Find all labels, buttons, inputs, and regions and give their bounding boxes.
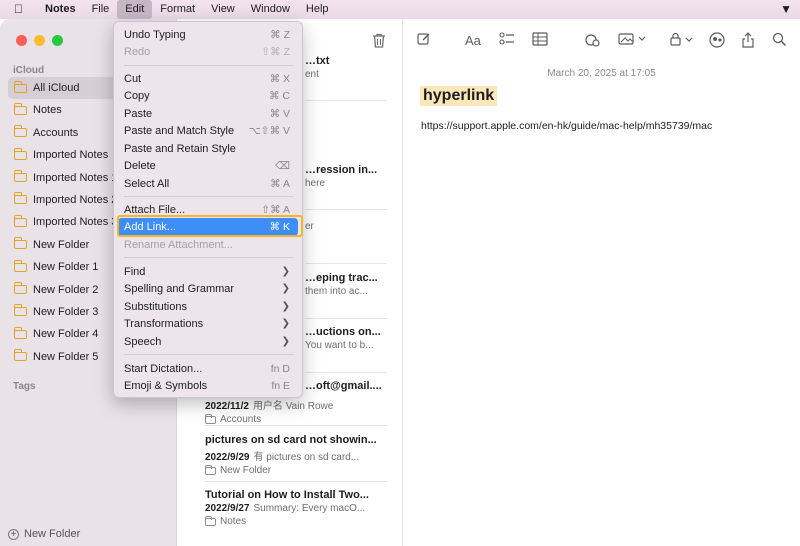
menu-separator: [124, 354, 294, 355]
folder-icon: [13, 102, 27, 115]
section-icloud: iCloud: [13, 65, 45, 76]
folder-icon: [13, 80, 27, 93]
menu-window[interactable]: Window: [243, 0, 298, 19]
divider: [205, 481, 387, 482]
minimize-window-button[interactable]: [34, 35, 45, 46]
menu-separator: [124, 257, 294, 258]
note-title[interactable]: hyperlink: [420, 86, 498, 106]
list-item[interactable]: …eping trac... them into ac...: [305, 272, 395, 297]
note-date: March 20, 2025 at 17:05: [547, 68, 656, 79]
chevron-right-icon: ❯: [281, 266, 290, 277]
folder-icon: [13, 326, 27, 339]
menu-item-paste[interactable]: Paste ⌘ V: [118, 105, 298, 123]
folder-icon: [205, 515, 216, 526]
plus-icon: +: [8, 528, 19, 540]
list-item[interactable]: …uctions on... You want to b...: [305, 326, 395, 351]
toolbar: Aa: [403, 32, 800, 52]
folder-icon: [13, 259, 27, 272]
folder-icon: [13, 170, 27, 183]
note-body[interactable]: https://support.apple.com/en-hk/guide/ma…: [421, 120, 712, 132]
folder-icon: [13, 237, 27, 250]
search-icon[interactable]: [772, 32, 787, 52]
folder-icon: [13, 147, 27, 160]
menu-item-redo: Redo ⇧⌘ Z: [124, 46, 290, 58]
menu-item-cut[interactable]: Cut ⌘ X: [118, 70, 298, 88]
list-item[interactable]: pictures on sd card not showin... 2022/9…: [205, 434, 390, 476]
menu-file[interactable]: File: [84, 0, 118, 19]
menu-item-delete[interactable]: Delete ⌫: [118, 157, 298, 175]
menu-view[interactable]: View: [203, 0, 243, 19]
close-window-button[interactable]: [16, 35, 27, 46]
menu-notes[interactable]: Notes: [37, 0, 84, 19]
edit-menu: Undo Typing ⌘ Z Redo ⇧⌘ Z Cut ⌘ X Copy ⌘ C P…: [113, 21, 303, 398]
divider: [305, 372, 387, 373]
trash-icon[interactable]: [372, 33, 386, 51]
menu-item-transformations[interactable]: Transformations ❯: [118, 315, 298, 333]
chevron-right-icon: ❯: [281, 318, 290, 329]
menu-edit[interactable]: Edit: [117, 0, 153, 19]
menu-bar:  Notes File Edit Format View Window Hel…: [0, 0, 800, 19]
qq-tray-icon[interactable]: ▼: [780, 2, 792, 16]
folder-icon: [13, 304, 27, 317]
compose-icon[interactable]: [417, 32, 431, 51]
menu-item-paste-match-style[interactable]: Paste and Match Style ⌥⇧⌘ V: [118, 122, 298, 140]
chevron-right-icon: ❯: [281, 336, 290, 347]
menu-item-add-link[interactable]: Add Link... ⌘ K: [118, 218, 298, 236]
list-item[interactable]: …txt ent: [305, 55, 395, 80]
folder-icon: [205, 413, 216, 424]
folder-icon: [13, 125, 27, 138]
list-item[interactable]: Tutorial on How to Install Two... 2022/9…: [205, 489, 390, 527]
folder-icon: [13, 192, 27, 205]
menu-item-speech[interactable]: Speech ❯: [118, 333, 298, 351]
divider: [205, 425, 387, 426]
collaborate-icon[interactable]: [708, 32, 726, 53]
menu-item-attach-file[interactable]: Attach File... ⇧⌘ A: [118, 201, 298, 219]
share-icon[interactable]: [741, 32, 755, 53]
attachment-icon[interactable]: [583, 32, 601, 53]
menu-item-spelling[interactable]: Spelling and Grammar ❯: [118, 280, 298, 298]
divider: [305, 100, 387, 101]
menu-separator: [124, 196, 294, 197]
divider: [305, 209, 387, 210]
list-item[interactable]: er: [305, 219, 395, 232]
list-item[interactable]: 2022/11/2 用户名 Vain Rowe Accounts: [205, 395, 390, 425]
divider: [305, 263, 387, 264]
folder-icon: [13, 214, 27, 227]
list-item[interactable]: …oft@gmail....: [305, 380, 395, 392]
menu-item-select-all[interactable]: Select All ⌘ A: [118, 175, 298, 193]
section-tags: Tags: [13, 381, 36, 392]
divider: [305, 318, 387, 319]
menu-format[interactable]: Format: [152, 0, 203, 19]
menu-item-copy[interactable]: Copy ⌘ C: [118, 87, 298, 105]
list-item[interactable]: …ression in... here: [305, 164, 395, 189]
menu-separator: [124, 65, 294, 66]
menu-item-find[interactable]: Find ❯: [118, 263, 298, 281]
checklist-icon[interactable]: [499, 32, 515, 51]
menu-item-start-dictation[interactable]: Start Dictation... fn D: [118, 360, 298, 378]
folder-icon: [205, 464, 216, 475]
note-editor: Aa March 20, 2025 at 17:05 hyperlink htt…: [403, 19, 800, 546]
chevron-right-icon: ❯: [281, 301, 290, 312]
zoom-window-button[interactable]: [52, 35, 63, 46]
new-folder-button[interactable]: + New Folder: [8, 528, 80, 540]
media-icon[interactable]: [618, 32, 646, 51]
apple-icon[interactable]: : [14, 0, 23, 19]
menu-help[interactable]: Help: [298, 0, 337, 19]
menu-item-paste-retain-style[interactable]: Paste and Retain Style: [118, 140, 298, 158]
chevron-right-icon: ❯: [281, 283, 290, 294]
format-icon[interactable]: Aa: [465, 32, 481, 50]
window-controls: [16, 35, 63, 46]
menu-item-substitutions[interactable]: Substitutions ❯: [118, 298, 298, 316]
menu-item-undo[interactable]: Undo Typing ⌘ Z: [118, 26, 298, 44]
table-icon[interactable]: [532, 32, 548, 51]
menu-item-emoji-symbols[interactable]: Emoji & Symbols fn E: [118, 377, 298, 395]
lock-icon[interactable]: [669, 32, 695, 51]
menu-item-rename-attachment: Rename Attachment...: [124, 239, 233, 251]
folder-icon: [13, 349, 27, 362]
folder-icon: [13, 282, 27, 295]
